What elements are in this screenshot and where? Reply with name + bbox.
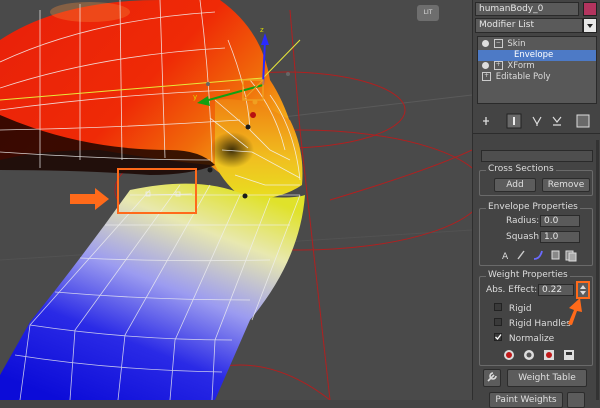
viewport-render: z y <box>0 0 472 400</box>
bake-weights-icon <box>564 350 574 360</box>
envelope-properties-title: Envelope Properties <box>486 202 580 212</box>
svg-text:A: A <box>502 252 509 262</box>
cross-sections-group: Cross Sections Add Remove <box>479 164 593 196</box>
normalize-checkbox[interactable] <box>494 333 502 341</box>
modifier-list-dropdown[interactable]: Modifier List <box>475 18 583 33</box>
rigid-label: Rigid <box>508 304 532 314</box>
object-color-swatch[interactable] <box>583 2 597 16</box>
rigid-handles-option[interactable]: Rigid Handles <box>494 318 571 329</box>
cross-sections-title: Cross Sections <box>486 164 556 174</box>
remove-cross-section-button[interactable]: Remove <box>542 178 590 192</box>
command-panel: humanBody_0 Modifier List − Skin Envelop… <box>472 0 600 408</box>
configure-sets-icon <box>576 114 590 128</box>
falloff-curve-icon <box>533 250 543 260</box>
paint-options-button[interactable] <box>567 392 585 408</box>
stack-item-xform[interactable]: + XForm <box>478 61 596 72</box>
abs-effect-label: Abs. Effect: <box>486 285 538 295</box>
absolute-relative-icon: A <box>502 252 509 262</box>
stack-item-editable-poly[interactable]: + Editable Poly <box>478 72 596 83</box>
stack-item-skin[interactable]: − Skin <box>478 39 596 50</box>
callout-arrow-viewport <box>70 188 109 210</box>
paint-weights-button[interactable]: Paint Weights <box>489 392 563 408</box>
weight-tool-wrench-icon[interactable] <box>483 369 501 387</box>
stack-item-label: Editable Poly <box>495 72 551 82</box>
rigid-handles-checkbox[interactable] <box>494 318 502 326</box>
stack-item-label: XForm <box>507 61 535 71</box>
collapse-minus-icon[interactable]: − <box>493 39 503 48</box>
normalize-label: Normalize <box>508 334 555 344</box>
bone-name-field[interactable] <box>481 150 593 162</box>
weight-table-button[interactable]: Weight Table <box>507 369 587 387</box>
svg-text:z: z <box>260 26 264 34</box>
abs-effect-input[interactable]: 0.22 <box>538 284 574 296</box>
pin-stack-icon[interactable] <box>481 116 491 126</box>
modifier-list-chevron-icon[interactable] <box>583 18 597 33</box>
squash-label: Squash: <box>506 232 543 242</box>
callout-arrow-spinner <box>568 298 582 325</box>
include-verts-icon <box>524 350 534 360</box>
expand-plus-icon[interactable]: + <box>493 61 503 70</box>
stack-item-envelope[interactable]: Envelope <box>478 50 596 61</box>
normalize-option[interactable]: Normalize <box>494 333 554 344</box>
rigid-checkbox[interactable] <box>494 303 502 311</box>
lightbulb-icon[interactable] <box>482 62 489 69</box>
envelope-properties-group: Envelope Properties Radius: 0.0 Squash: … <box>479 202 593 266</box>
paste-envelope-icon <box>565 250 577 262</box>
add-cross-section-button[interactable]: Add <box>494 178 536 192</box>
select-excluded-icon <box>544 350 554 360</box>
weight-properties-title: Weight Properties <box>486 270 570 280</box>
stack-item-label: Envelope <box>514 50 554 60</box>
envelope-visibility-icon <box>517 250 525 260</box>
object-name-field[interactable]: humanBody_0 <box>475 2 579 16</box>
rigid-handles-label: Rigid Handles <box>508 319 571 329</box>
rigid-option[interactable]: Rigid <box>494 303 532 314</box>
radius-label: Radius: <box>506 216 540 226</box>
modifier-stack: − Skin Envelope + XForm + Editable Poly <box>477 36 597 104</box>
viewport[interactable]: z y LIT <box>0 0 472 400</box>
radius-input[interactable]: 0.0 <box>540 215 580 227</box>
svg-text:y: y <box>193 93 197 101</box>
squash-input[interactable]: 1.0 <box>540 231 580 243</box>
expand-plus-icon[interactable]: + <box>482 72 491 81</box>
exclude-verts-icon <box>504 350 514 360</box>
stack-item-label: Skin <box>507 39 526 49</box>
panel-scrollbar[interactable] <box>596 140 599 400</box>
make-unique-icon <box>532 116 542 126</box>
remove-modifier-icon <box>552 116 562 126</box>
copy-envelope-icon <box>551 250 560 260</box>
lightbulb-icon[interactable] <box>482 40 489 47</box>
viewport-label[interactable]: LIT <box>417 5 439 21</box>
stack-toolbar <box>477 112 597 130</box>
